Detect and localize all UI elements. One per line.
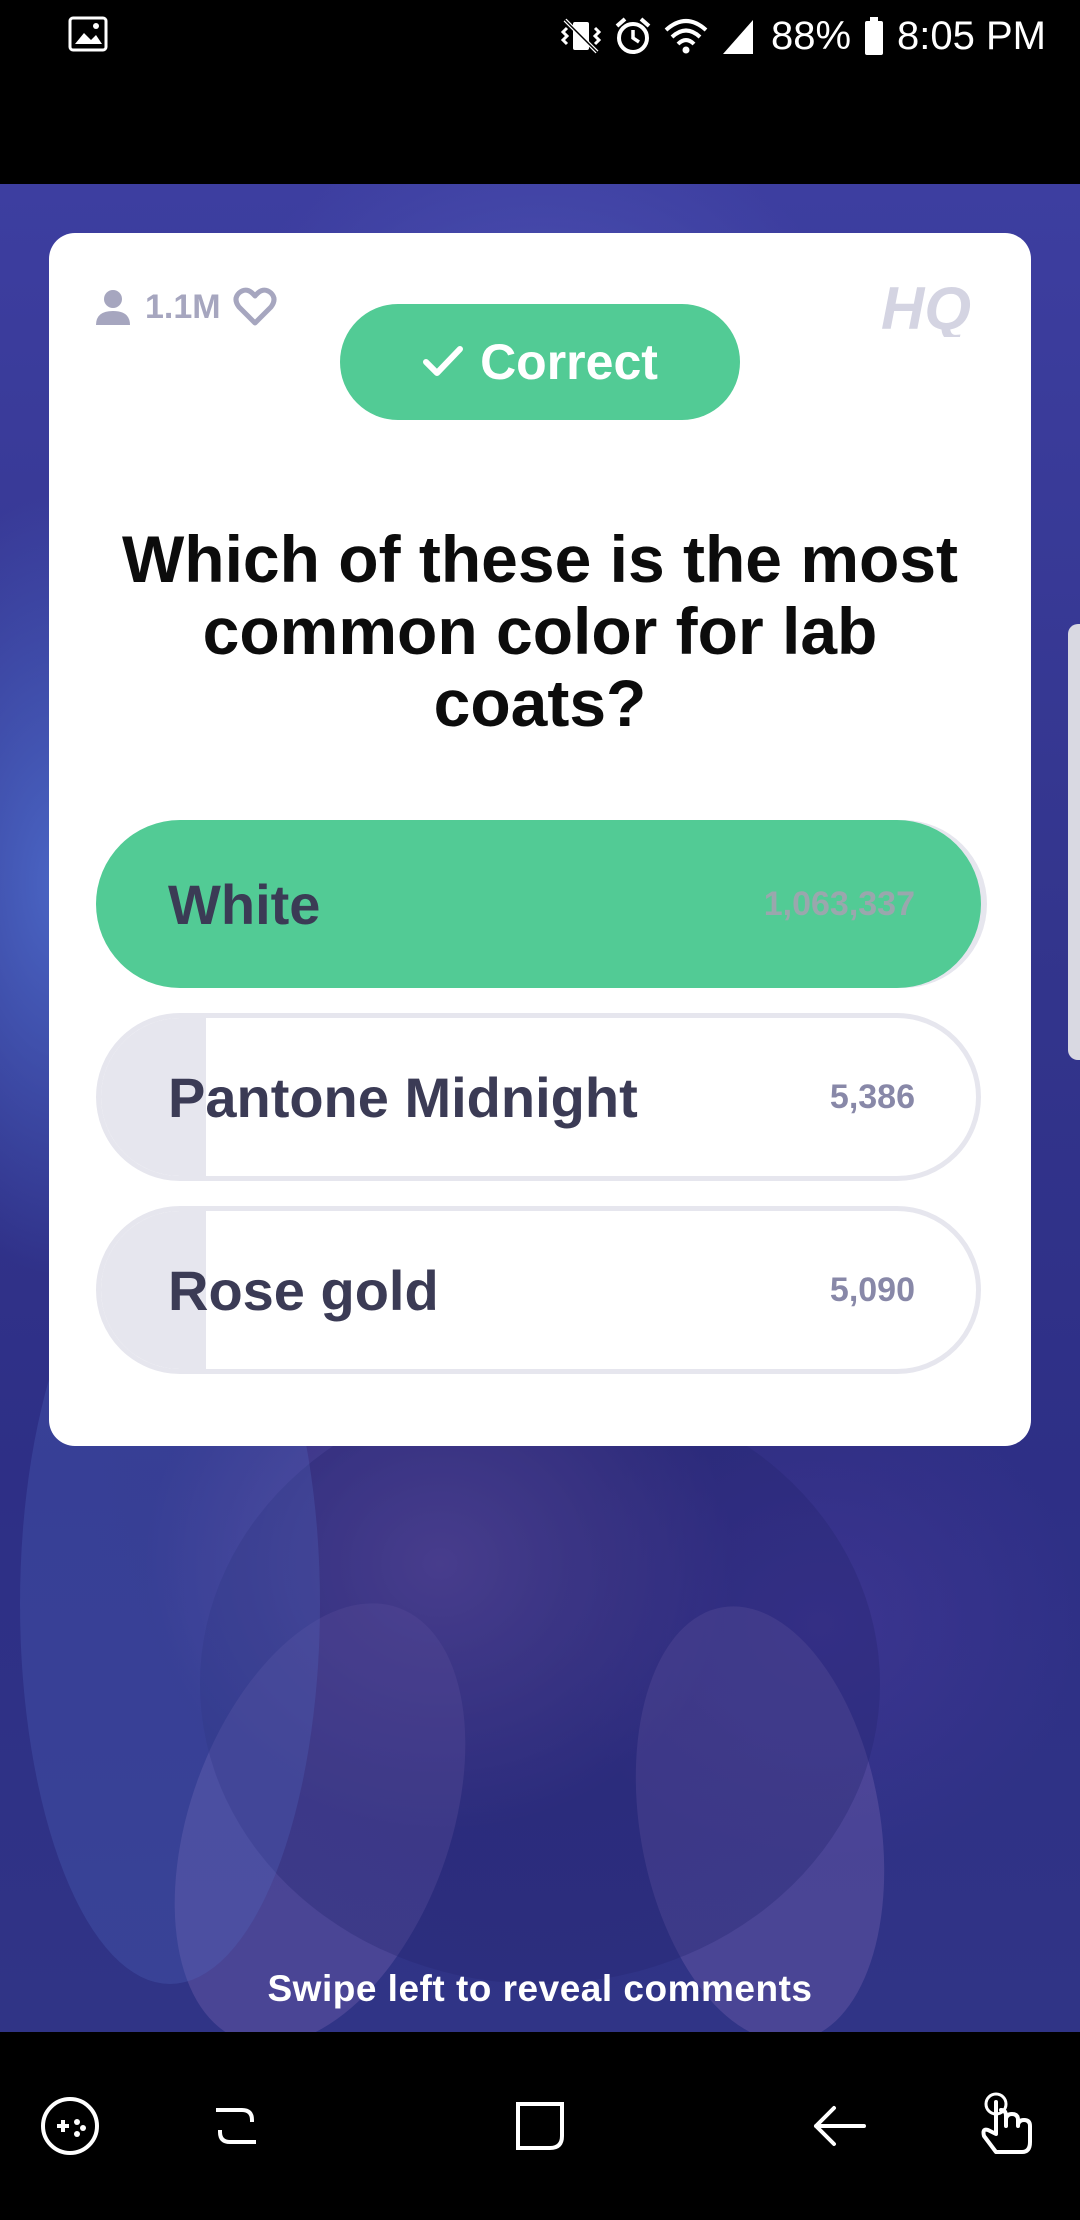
question-text: Which of these is the most common color …: [121, 522, 959, 740]
answer-option-2[interactable]: Pantone Midnight 5,386: [96, 1013, 981, 1181]
answer-label: White: [168, 872, 321, 936]
viewer-count-group: 1.1M: [93, 287, 277, 327]
alarm-icon: [615, 17, 651, 54]
svg-text:HQ: HQ: [881, 279, 971, 337]
swipe-hint: Swipe left to reveal comments: [267, 1968, 813, 2009]
answer-count: 5,090: [829, 1270, 915, 1309]
correct-badge: Correct: [340, 304, 740, 420]
recents-icon[interactable]: [196, 2086, 276, 2166]
answer-option-1[interactable]: White 1,063,337: [96, 820, 981, 988]
question-card: 1.1M HQ Correct Which of these is the mo…: [49, 233, 1031, 1446]
clock: 8:05 PM: [897, 13, 1046, 58]
hq-logo: HQ: [881, 279, 971, 337]
back-icon[interactable]: [800, 2086, 880, 2166]
game-tools-icon[interactable]: [30, 2086, 110, 2166]
battery-percent: 88%: [770, 13, 852, 58]
battery-icon: [865, 17, 884, 55]
gesture-icon[interactable]: [966, 2086, 1046, 2166]
answer-count: 1,063,337: [763, 884, 915, 923]
user-icon: [96, 290, 130, 325]
status-bar: 88% 8:05 PM: [0, 0, 1080, 72]
answer-label: Rose gold: [168, 1258, 439, 1322]
top-band: [0, 72, 1080, 184]
mute-vibrate-icon: [560, 18, 602, 54]
answer-label: Pantone Midnight: [168, 1065, 638, 1129]
signal-icon: [722, 20, 753, 54]
wifi-icon: [664, 19, 708, 54]
gallery-icon: [68, 16, 108, 52]
checkmark-icon: [423, 346, 464, 376]
correct-label: Correct: [480, 334, 658, 390]
answer-option-3[interactable]: Rose gold 5,090: [96, 1206, 981, 1374]
answer-count: 5,386: [829, 1077, 915, 1116]
edge-panel-handle[interactable]: [1068, 624, 1080, 1060]
heart-icon[interactable]: [233, 287, 277, 327]
viewer-count: 1.1M: [145, 287, 221, 326]
home-icon[interactable]: [500, 2086, 580, 2166]
navigation-bar: [0, 2032, 1080, 2220]
